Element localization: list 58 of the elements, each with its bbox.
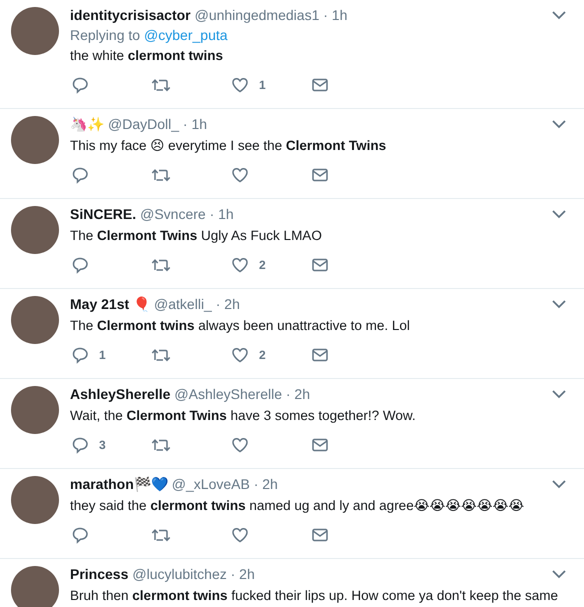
tweet-text: The Clermont Twins Ugly As Fuck LMAO	[70, 227, 323, 245]
display-name[interactable]: Princess	[70, 566, 128, 582]
handle-and-time: @Svncere · 1h	[140, 206, 234, 222]
tweet-text: Wait, the Clermont Twins have 3 somes together!? Wow.	[70, 407, 417, 425]
replying-label: Replying to	[70, 26, 140, 42]
envelope-icon[interactable]	[311, 527, 329, 543]
envelope-icon[interactable]	[311, 77, 329, 93]
reply-icon[interactable]	[71, 76, 89, 94]
avatar[interactable]	[11, 476, 59, 524]
reply-icon[interactable]	[71, 166, 89, 184]
caret-icon[interactable]	[552, 120, 566, 128]
like-count: 1	[259, 78, 266, 92]
handle-and-time: @AshleySherelle · 2h	[174, 386, 310, 402]
reply-count: 1	[99, 348, 106, 362]
tweet-text: This my face 😣 everytime I see the Clermont Twins	[70, 137, 388, 155]
heart-icon[interactable]	[231, 166, 249, 184]
tweet-text: The Clermont twins always been unattractive to me. Lol	[70, 317, 411, 335]
display-name[interactable]: marathon🏁💙	[70, 476, 168, 492]
tweet-text: the white clermont twins	[70, 47, 224, 65]
handle-and-time: @lucylubitchez · 2h	[132, 566, 255, 582]
heart-icon[interactable]	[231, 346, 249, 364]
display-name[interactable]: SiNCERE.	[70, 206, 136, 222]
avatar[interactable]	[11, 566, 59, 607]
avatar[interactable]	[11, 206, 59, 254]
heart-icon[interactable]	[231, 526, 249, 544]
caret-icon[interactable]	[552, 10, 566, 20]
handle-and-time: @unhingedmedias1 · 1h	[194, 7, 348, 23]
handle-and-time: @_xLoveAB · 2h	[172, 476, 278, 492]
reply-icon[interactable]	[71, 526, 89, 544]
envelope-icon[interactable]	[311, 347, 329, 363]
avatar[interactable]	[11, 386, 59, 434]
avatar[interactable]	[11, 7, 59, 55]
handle-and-time: @atkelli_ · 2h	[154, 296, 240, 312]
reply-count: 3	[99, 438, 106, 452]
avatar[interactable]	[11, 296, 59, 344]
reply-icon[interactable]	[71, 346, 89, 364]
display-name[interactable]: May 21st 🎈	[70, 296, 150, 312]
reply-icon[interactable]	[71, 436, 89, 454]
tweet-text: they said the clermont twins named ug and ly and agree😭😭😭😭😭😭😭	[70, 497, 526, 515]
handle-and-time: @DayDoll_ · 1h	[108, 116, 208, 132]
caret-icon[interactable]	[552, 480, 566, 488]
caret-icon[interactable]	[552, 210, 566, 218]
heart-icon[interactable]	[231, 256, 249, 274]
tweet-text: Bruh then clermont twins fucked their lips up. How come ya don't keep the same	[70, 587, 560, 605]
display-name[interactable]: identitycrisisactor	[70, 7, 191, 23]
like-count: 2	[259, 348, 266, 362]
caret-icon[interactable]	[552, 300, 566, 308]
caret-icon[interactable]	[552, 390, 566, 398]
envelope-icon[interactable]	[311, 257, 329, 273]
envelope-icon[interactable]	[311, 167, 329, 183]
reply-icon[interactable]	[71, 256, 89, 274]
display-name[interactable]: AshleySherelle	[70, 386, 170, 402]
like-count: 2	[259, 258, 266, 272]
avatar[interactable]	[11, 116, 59, 164]
heart-icon[interactable]	[231, 76, 249, 94]
envelope-icon[interactable]	[311, 437, 329, 453]
heart-icon[interactable]	[231, 436, 249, 454]
caret-icon[interactable]	[552, 570, 566, 578]
